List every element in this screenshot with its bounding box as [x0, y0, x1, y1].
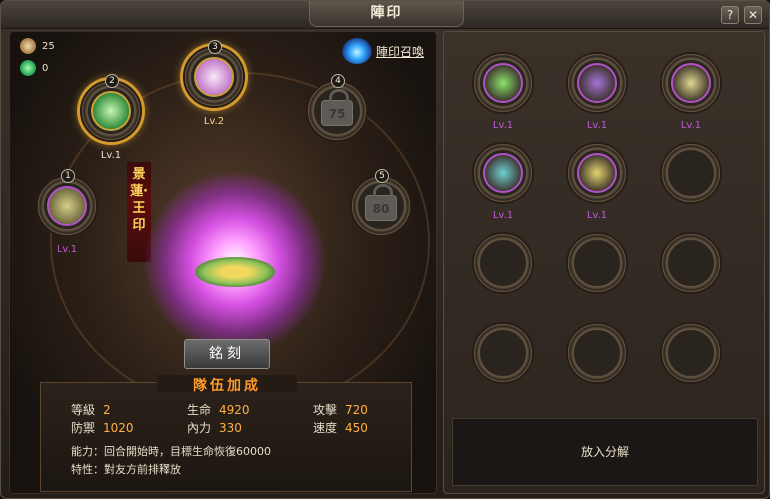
inventory-seal-level: Lv.1: [586, 120, 608, 131]
unlock-level: 80: [372, 202, 390, 216]
seal-inventory-panel: Lv.1 Lv.1 Lv.1 Lv.1 Lv.1 放入分解: [443, 31, 765, 494]
inventory-seal-slot[interactable]: [566, 52, 628, 114]
inventory-empty-slot[interactable]: [566, 232, 628, 294]
inventory-seal-slot[interactable]: [472, 52, 534, 114]
unlock-level: 75: [328, 107, 346, 121]
coin-icon: [20, 38, 36, 54]
stat-label: 攻擊: [313, 403, 338, 417]
seal-icon: [671, 63, 711, 103]
stat-value: 720: [345, 403, 368, 417]
stat-hp: 生命 4920: [187, 401, 250, 418]
resource-jade: 0: [20, 60, 48, 76]
inventory-empty-slot[interactable]: [660, 232, 722, 294]
coin-count: 25: [42, 40, 55, 52]
team-bonus-panel: 隊伍加成 等級 2 生命 4920 攻擊 720 防禦 1020 內力 330 速度 450…: [40, 375, 412, 492]
ability-text: 能力：回合開始時，目標生命恢復60000: [71, 445, 271, 458]
inventory-seal-level: Lv.1: [680, 120, 702, 131]
resource-coin: 25: [20, 38, 55, 54]
engrave-button[interactable]: 銘刻: [184, 339, 270, 369]
seal-slot-2[interactable]: 2: [80, 74, 142, 142]
slot-number: 3: [208, 40, 222, 54]
stat-value: 2: [103, 403, 111, 417]
lotus-seal-artwork: [145, 172, 325, 352]
slot-number: 1: [61, 169, 75, 183]
stat-label: 防禦: [71, 421, 96, 435]
help-button[interactable]: ?: [721, 6, 739, 24]
slot-number: 4: [331, 74, 345, 88]
inventory-empty-slot[interactable]: [472, 322, 534, 384]
stat-defense: 防禦 1020: [71, 419, 134, 436]
close-button[interactable]: ✕: [744, 6, 762, 24]
title-bar: 陣印 ? ✕: [1, 1, 769, 29]
dismantle-drop-zone[interactable]: 放入分解: [452, 418, 758, 486]
stat-internal-power: 內力 330: [187, 419, 242, 436]
inventory-seal-slot[interactable]: [660, 52, 722, 114]
inventory-seal-level: Lv.1: [492, 210, 514, 221]
seal-slot-5-locked[interactable]: 5 80: [350, 169, 412, 237]
stat-attack: 攻擊 720: [313, 401, 368, 418]
jade-count: 0: [42, 62, 49, 74]
window-title: 陣印: [309, 1, 464, 27]
inventory-seal-slot[interactable]: [566, 142, 628, 204]
inventory-empty-slot[interactable]: [472, 232, 534, 294]
slot-level: Lv.1: [100, 150, 122, 161]
seal-slot-3[interactable]: 3: [183, 40, 245, 108]
inventory-empty-slot[interactable]: [566, 322, 628, 384]
seal-stage: 25 0 陣印召喚 1 Lv.1 2 Lv.1 3 Lv.2 4 75 5 80…: [9, 31, 437, 494]
slot-level: Lv.1: [56, 244, 78, 255]
lotus-core: [195, 257, 275, 287]
seal-slot-1[interactable]: 1: [36, 169, 98, 237]
stat-value: 450: [345, 421, 368, 435]
seal-icon: [577, 153, 617, 193]
lock-icon: 80: [365, 184, 397, 221]
stat-label: 等級: [71, 403, 96, 417]
stat-label: 速度: [313, 421, 338, 435]
inventory-empty-slot[interactable]: [660, 142, 722, 204]
slot-number: 2: [105, 74, 119, 88]
stat-speed: 速度 450: [313, 419, 368, 436]
summon-label: 陣印召喚: [376, 44, 425, 59]
blue-flame-icon: [342, 38, 372, 64]
seal-icon: [47, 186, 87, 226]
lock-icon: 75: [321, 89, 353, 126]
seal-icon: [483, 63, 523, 103]
slot-level: Lv.2: [203, 116, 225, 127]
slot-number: 5: [375, 169, 389, 183]
jade-icon: [20, 60, 36, 76]
seal-icon: [194, 57, 234, 97]
seal-icon: [577, 63, 617, 103]
seal-icon: [91, 91, 131, 131]
seal-slot-4-locked[interactable]: 4 75: [306, 74, 368, 142]
seal-icon: [483, 153, 523, 193]
summon-link[interactable]: 陣印召喚: [342, 38, 424, 64]
stat-label: 內力: [187, 421, 212, 435]
team-bonus-title: 隊伍加成: [157, 375, 297, 394]
inventory-seal-level: Lv.1: [492, 120, 514, 131]
trait-text: 特性：對友方前排釋放: [71, 463, 181, 476]
inventory-seal-slot[interactable]: [472, 142, 534, 204]
stat-value: 4920: [219, 403, 250, 417]
seal-window: 陣印 ? ✕ 25 0 陣印召喚 1 Lv.1 2 Lv.1 3 Lv.2 4 …: [0, 0, 770, 499]
stat-label: 生命: [187, 403, 212, 417]
inventory-empty-slot[interactable]: [660, 322, 722, 384]
inventory-seal-level: Lv.1: [586, 210, 608, 221]
stat-value: 330: [219, 421, 242, 435]
stat-level: 等級 2: [71, 401, 111, 418]
stat-value: 1020: [103, 421, 134, 435]
